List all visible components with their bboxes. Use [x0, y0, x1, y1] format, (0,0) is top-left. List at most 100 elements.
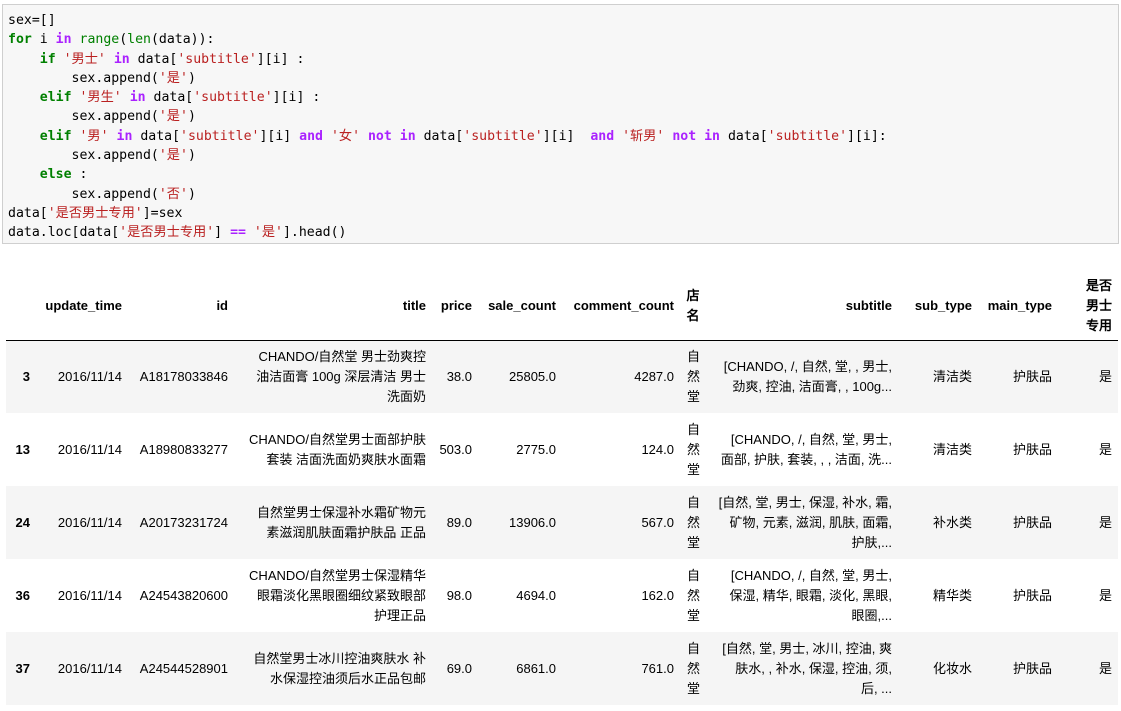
code-token: data.loc[data[	[8, 225, 120, 241]
code-line: for i in range(len(data)):	[8, 30, 1114, 49]
cell-subtitle-line: 保湿, 精华, 眼霜, 淡化, 黑眼,	[729, 587, 892, 603]
table-row: 24 2016/11/14 A20173231724 自然堂男士保湿补水霜矿物元 素滋润…	[6, 486, 1118, 559]
code-line: sex.append('是')	[8, 146, 1114, 165]
code-token: '斩男'	[622, 128, 665, 144]
cell-sale-count: 2775.0	[516, 441, 556, 457]
cell-sub-type: 精华类	[932, 587, 972, 603]
code-token: '是否男士专用'	[47, 205, 143, 221]
code-token: '是否男士专用'	[119, 225, 215, 241]
cell-sub-type: 化妆水	[932, 660, 972, 676]
code-token: '是'	[158, 70, 188, 86]
cell-shop-line: 自	[686, 494, 700, 510]
cell-sale-count: 13906.0	[509, 514, 556, 530]
code-token: data[	[145, 90, 194, 106]
cell-shop-line: 然	[686, 368, 700, 384]
cell-price: 38.0	[446, 368, 472, 384]
cell-update-time: 2016/11/14	[57, 368, 122, 384]
code-token: sex.append(	[8, 148, 159, 164]
code-token: data[	[129, 51, 178, 67]
cell-title: CHANDO/自然堂 男士劲爽控 油洁面膏 100g 深层清洁 男士 洗面奶	[234, 340, 432, 413]
cell-shop-line: 自	[686, 640, 700, 656]
code-token: for	[8, 32, 32, 48]
cell-shop-line: 然	[686, 660, 700, 676]
code-line: else :	[8, 165, 1114, 184]
code-token: elif	[39, 90, 72, 106]
code-token: range	[79, 32, 120, 48]
row-index: 24	[15, 515, 30, 530]
cell-title-line: 水保湿控油须后水正品包邮	[269, 670, 426, 686]
cell-shop: 自然堂	[680, 340, 706, 413]
header-shop-line: 店	[686, 287, 700, 303]
cell-title: 自然堂男士冰川控油爽肤水 补水保湿控油须后水正品包邮	[234, 632, 432, 705]
table-row: 13 2016/11/14 A18980833277 CHANDO/自然堂男士面部护肤…	[6, 413, 1118, 486]
cell-subtitle: [自然, 堂, 男士, 保湿, 补水, 霜, 矿物, 元素, 滋润, 肌肤, 面霜…	[706, 486, 898, 559]
code-token: ][i] :	[272, 90, 321, 106]
cell-subtitle-line: 劲爽, 控油, 洁面膏, , 100g...	[732, 378, 892, 394]
cell-subtitle-line: [CHANDO, /, 自然, 堂, 男士,	[730, 567, 892, 583]
cell-title-line: CHANDO/自然堂男士面部护肤	[249, 431, 426, 447]
cell-shop-line: 然	[686, 441, 700, 457]
header-shop: 店 名	[680, 272, 706, 341]
header-comment-count: comment_count	[562, 272, 680, 341]
cell-main-type: 护肤品	[1012, 368, 1052, 384]
cell-subtitle-line: [CHANDO, /, 自然, 堂, , 男士,	[723, 358, 892, 374]
cell-update-time: 2016/11/14	[57, 660, 122, 676]
cell-shop-line: 堂	[686, 534, 700, 550]
code-token: ][i] :	[256, 51, 305, 67]
code-token: in	[704, 128, 720, 144]
code-line: sex.append('是')	[8, 107, 1114, 126]
table-row: 37 2016/11/14 A24544528901 自然堂男士冰川控油爽肤水 补水保…	[6, 632, 1118, 705]
output-area: update_time id title price sale_count co…	[6, 272, 1118, 705]
code-line: elif '男' in data['subtitle'][i] and '女' …	[8, 127, 1114, 146]
cell-title-line: 素滋润肌肤面霜护肤品 正品	[266, 524, 426, 540]
row-index: 13	[15, 442, 30, 457]
code-line: sex.append('是')	[8, 69, 1114, 88]
code-token: ].head()	[282, 225, 347, 241]
code-token: sex.append(	[8, 186, 159, 202]
cell-title-line: 套装 洁面洗面奶爽肤水面霜	[266, 451, 426, 467]
cell-shop: 自然堂	[680, 486, 706, 559]
code-token: in	[129, 90, 146, 106]
cell-price: 98.0	[446, 587, 472, 603]
cell-comment-count: 761.0	[641, 660, 674, 676]
code-line: sex.append('否')	[8, 185, 1114, 204]
index-header	[6, 272, 36, 341]
code-cell[interactable]: sex=[] for i in range(len(data)): if '男士'…	[2, 4, 1119, 244]
code-token: sex=[]	[8, 13, 56, 28]
header-subtitle: subtitle	[706, 272, 898, 341]
code-token: )	[187, 186, 196, 202]
code-editor[interactable]: sex=[] for i in range(len(data)): if '男士'…	[3, 5, 1118, 243]
table-row: 36 2016/11/14 A24543820600 CHANDO/自然堂男士保湿精华…	[6, 559, 1118, 632]
code-token: in	[55, 32, 72, 48]
cell-shop: 自然堂	[680, 413, 706, 486]
code-token: '男'	[79, 128, 109, 144]
cell-is-male: 是	[1098, 514, 1112, 530]
header-sale-count: sale_count	[478, 272, 562, 341]
cell-id: A18980833277	[139, 441, 228, 457]
code-token: elif	[39, 128, 72, 144]
cell-update-time: 2016/11/14	[57, 514, 122, 530]
code-token: 'subtitle'	[177, 51, 257, 67]
row-index: 37	[15, 661, 30, 676]
cell-sub-type: 清洁类	[932, 368, 972, 384]
cell-title-line: 洗面奶	[386, 388, 426, 404]
cell-price: 69.0	[446, 660, 472, 676]
cell-subtitle-line: 护肤,...	[851, 534, 892, 550]
cell-sale-count: 4694.0	[516, 587, 556, 603]
cell-sub-type: 补水类	[932, 514, 972, 530]
code-token: ][i]:	[847, 128, 887, 144]
code-token: not	[367, 128, 392, 144]
header-main-type: main_type	[978, 272, 1058, 341]
dataframe-table: update_time id title price sale_count co…	[6, 272, 1118, 705]
code-token: '男生'	[79, 90, 122, 106]
code-token: else	[39, 167, 72, 183]
cell-id: A24543820600	[139, 587, 228, 603]
cell-subtitle-line: [CHANDO, /, 自然, 堂, 男士,	[730, 431, 892, 447]
code-token: i	[31, 32, 56, 48]
